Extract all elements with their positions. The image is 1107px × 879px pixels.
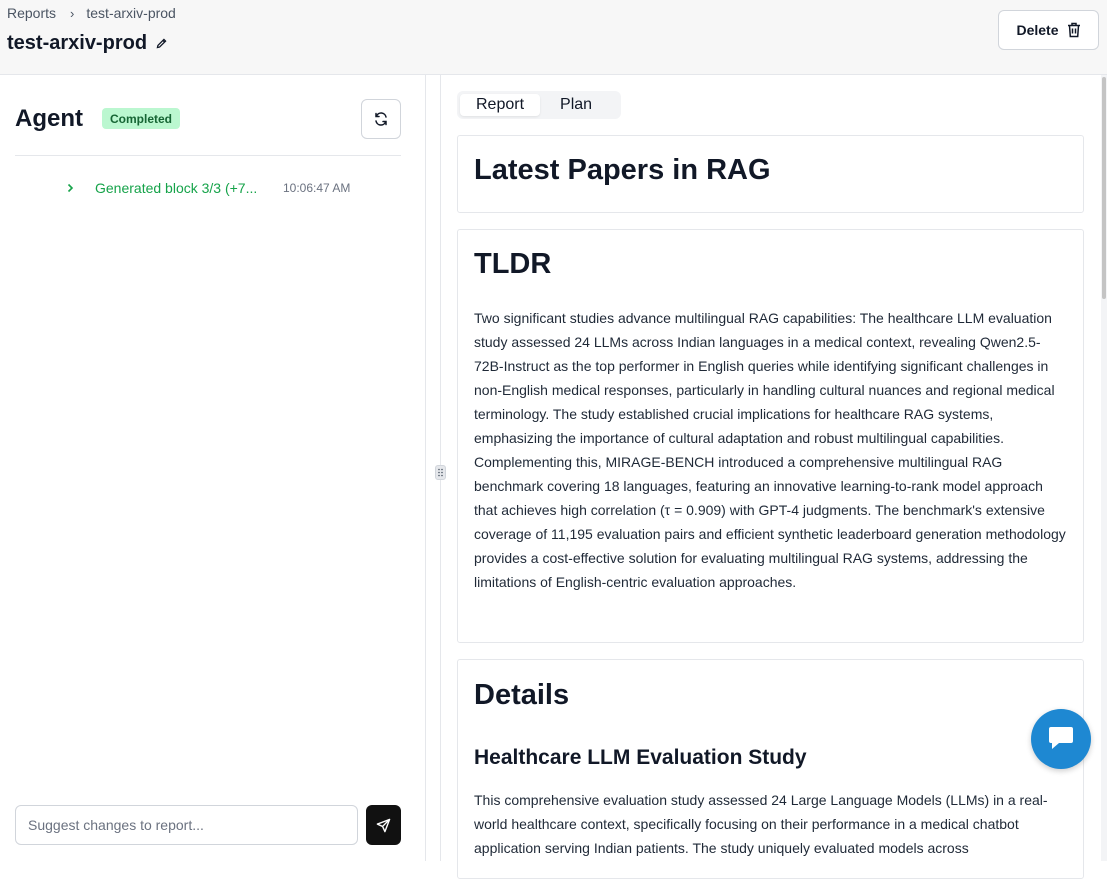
delete-button[interactable]: Delete [998,10,1099,50]
log-entry-text: Generated block 3/3 (+7... [95,180,258,196]
tab-report[interactable]: Report [460,94,541,116]
breadcrumb-separator-icon: › [70,5,75,21]
send-icon [376,818,391,832]
breadcrumb-reports-link[interactable]: Reports [7,5,56,21]
send-button[interactable] [366,805,401,845]
tldr-heading: TLDR [474,248,552,280]
section-body: This comprehensive evaluation study asse… [474,792,1048,856]
tldr-card: TLDR Two significant studies advance mul… [457,229,1084,643]
delete-button-label: Delete [1016,22,1059,38]
breadcrumb-current: test-arxiv-prod [86,5,176,21]
log-entry-time: 10:06:47 AM [283,181,351,195]
tldr-body: Two significant studies advance multilin… [474,310,1066,590]
agent-panel: Agent Completed Generated block 3/3 (+7.… [0,75,426,861]
suggest-changes-input[interactable] [15,805,358,845]
trash-icon [1067,22,1080,38]
agent-divider [15,155,401,156]
breadcrumb: Reports › test-arxiv-prod [7,4,176,22]
page-title: test-arxiv-prod [7,32,168,55]
report-scrollbar[interactable] [1101,75,1107,861]
chat-icon [1049,727,1073,749]
scrollbar-thumb[interactable] [1102,77,1106,299]
status-badge: Completed [102,108,181,129]
report-title: Latest Papers in RAG [474,154,771,186]
details-card: Details Healthcare LLM Evaluation Study … [457,659,1084,879]
chevron-right-icon[interactable] [64,182,76,194]
report-title-card: Latest Papers in RAG [457,135,1084,213]
section-heading: Healthcare LLM Evaluation Study [474,746,807,769]
agent-title: Agent [15,105,83,132]
refresh-button[interactable] [361,99,401,139]
log-entry[interactable]: Generated block 3/3 (+7... 10:06:47 AM [64,179,394,197]
top-bar: Reports › test-arxiv-prod test-arxiv-pro… [0,0,1107,75]
chat-button[interactable] [1031,709,1091,769]
details-heading: Details [474,679,570,711]
tab-plan[interactable]: Plan [544,94,608,116]
report-name: test-arxiv-prod [7,32,148,54]
refresh-icon [375,112,387,126]
pencil-icon[interactable] [155,37,168,50]
drag-handle-icon[interactable] [435,465,446,480]
report-tabs: Report Plan [457,91,621,119]
